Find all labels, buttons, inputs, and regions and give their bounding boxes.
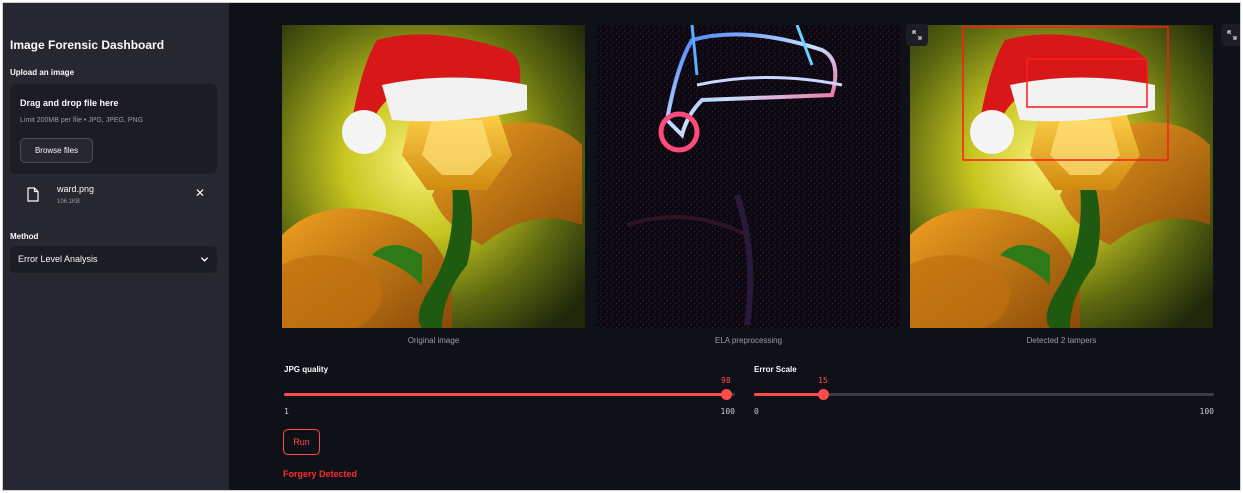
- uploaded-file: ward.png 106.1KB ✕: [10, 180, 217, 212]
- file-icon: [27, 187, 39, 202]
- dropzone-title: Drag and drop file here: [20, 98, 119, 108]
- app-title: Image Forensic Dashboard: [10, 38, 165, 52]
- file-size: 106.1KB: [57, 199, 81, 205]
- method-select[interactable]: Error Level Analysis: [10, 246, 217, 273]
- ela-image-caption: ELA preprocessing: [714, 336, 783, 345]
- slider-thumb[interactable]: [818, 389, 829, 400]
- jpg-quality-min: 1: [284, 407, 289, 416]
- method-selected-value: Error Level Analysis: [18, 254, 98, 264]
- chevron-down-icon: [201, 257, 208, 262]
- error-scale-value: 15: [818, 376, 828, 385]
- error-scale-min: 0: [754, 407, 759, 416]
- error-scale-max: 100: [1199, 407, 1214, 416]
- file-dropzone[interactable]: Drag and drop file here Limit 200MB per …: [10, 84, 217, 174]
- jpg-quality-max: 100: [720, 407, 735, 416]
- jpg-quality-slider[interactable]: 98 1 100: [284, 376, 735, 416]
- run-button[interactable]: Run: [283, 429, 320, 455]
- error-scale-slider[interactable]: 15 0 100: [754, 376, 1214, 416]
- jpg-quality-label: JPG quality: [284, 365, 329, 374]
- jpg-quality-value: 98: [721, 376, 731, 385]
- original-image: [282, 25, 585, 328]
- slider-track[interactable]: [284, 389, 735, 400]
- expand-icon[interactable]: [906, 24, 928, 46]
- slider-thumb[interactable]: [720, 389, 732, 400]
- browse-files-button[interactable]: Browse files: [20, 138, 93, 163]
- app-window: Image Forensic Dashboard Upload an image…: [2, 2, 1241, 491]
- error-scale-label: Error Scale: [754, 365, 797, 374]
- slider-track[interactable]: [754, 389, 1214, 400]
- file-name: ward.png: [57, 184, 95, 194]
- ela-image: [597, 25, 900, 328]
- detected-image-caption: Detected 2 tampers: [1026, 336, 1097, 345]
- dropzone-limits: Limit 200MB per file • JPG, JPEG, PNG: [20, 117, 144, 124]
- original-image-caption: Original image: [407, 336, 460, 345]
- upload-label: Upload an image: [10, 68, 75, 77]
- method-label: Method: [10, 232, 39, 241]
- close-icon[interactable]: ✕: [193, 186, 207, 200]
- slider-fill: [284, 393, 726, 396]
- sidebar: Image Forensic Dashboard Upload an image…: [3, 3, 229, 490]
- result-status: Forgery Detected: [283, 469, 358, 479]
- detected-image: [910, 25, 1213, 328]
- expand-icon[interactable]: [1221, 24, 1240, 46]
- slider-fill: [754, 393, 823, 396]
